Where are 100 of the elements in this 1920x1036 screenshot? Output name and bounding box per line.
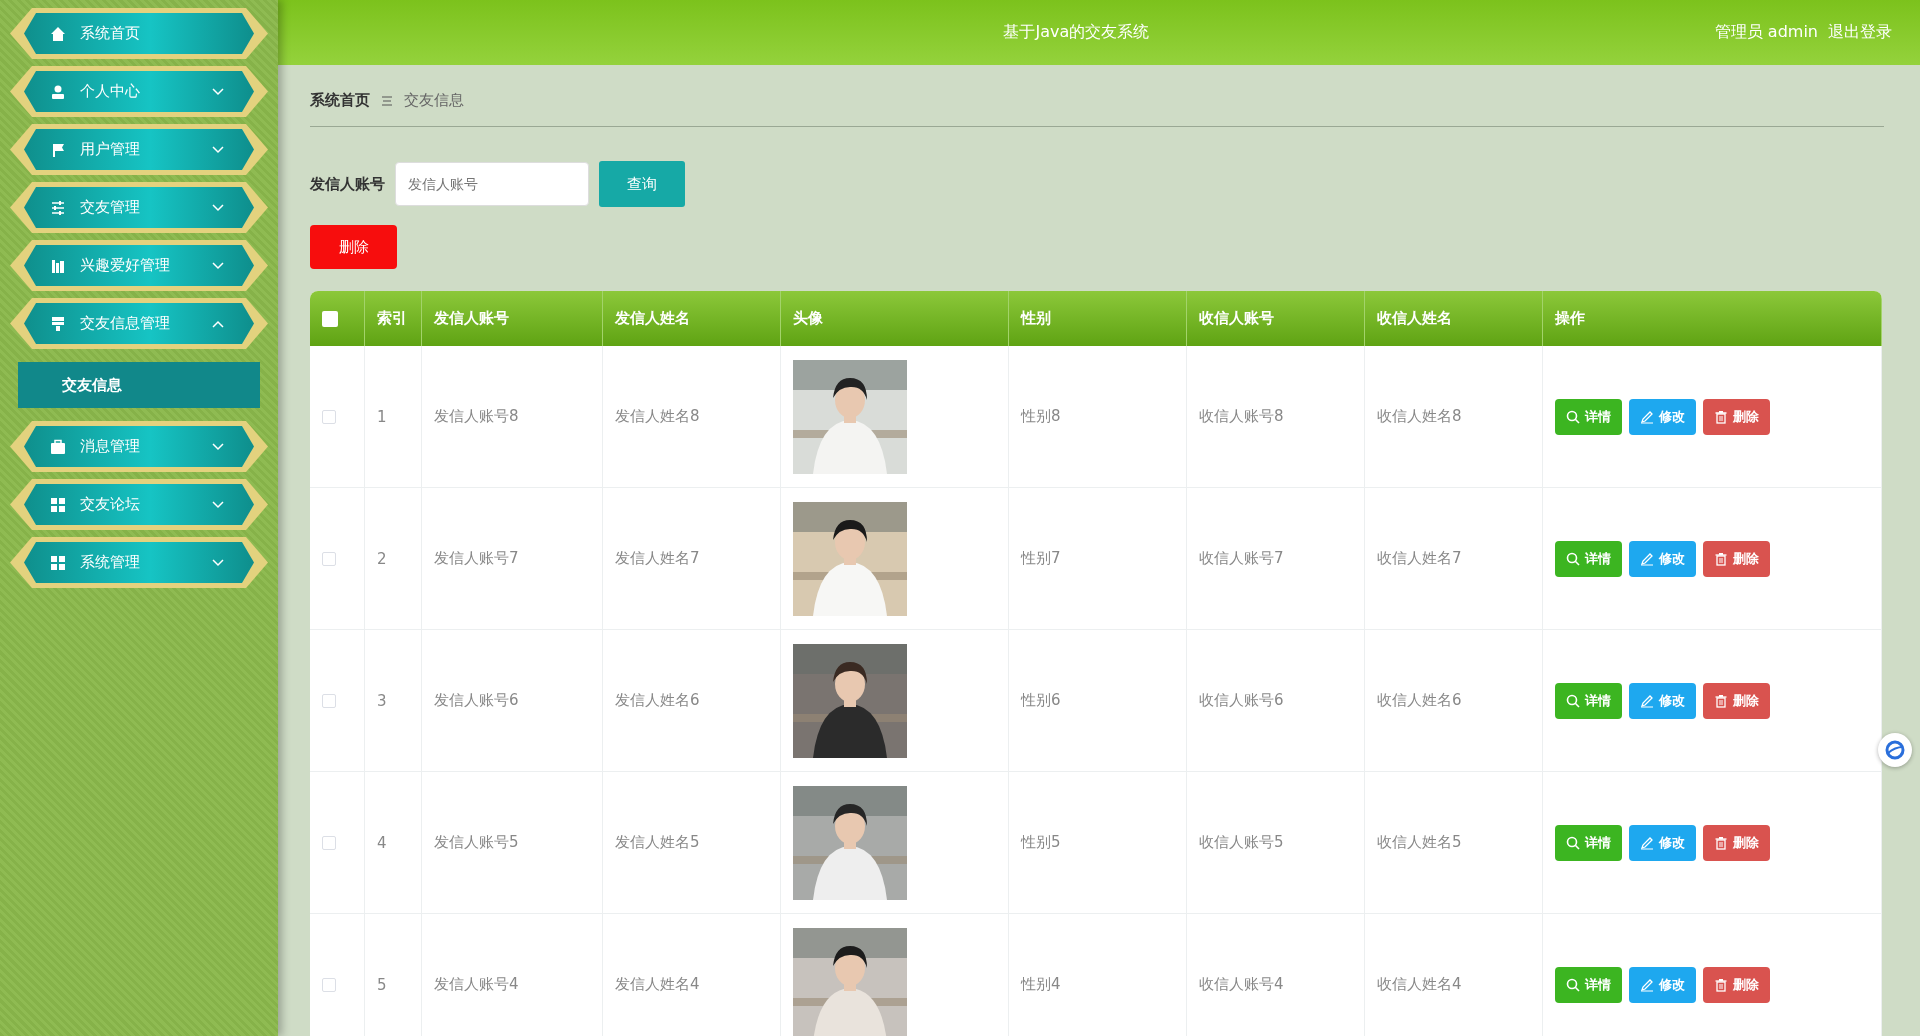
chevron-down-icon	[212, 203, 224, 212]
chevron-down-icon	[212, 87, 224, 96]
input-field[interactable]: 发信人账号	[395, 162, 589, 206]
column-header: 发信人账号	[422, 291, 603, 346]
column-header: 头像	[781, 291, 1009, 346]
checkbox[interactable]	[322, 835, 336, 850]
search-icon	[1566, 835, 1580, 850]
checkbox[interactable]	[322, 409, 336, 424]
pencil-icon	[1640, 835, 1654, 850]
detail-button[interactable]: 详情	[1555, 540, 1622, 577]
table-cell: 收信人姓名5	[1365, 772, 1543, 914]
pencil-icon	[1640, 977, 1654, 992]
chevron-up-icon	[212, 319, 224, 328]
sliders-icon	[50, 199, 66, 216]
checkbox[interactable]	[322, 551, 336, 566]
bar-chart-icon	[50, 257, 66, 274]
search-icon	[1566, 977, 1580, 992]
trash-icon	[1714, 835, 1728, 850]
edit-button[interactable]: 修改	[1629, 966, 1696, 1003]
delete-button[interactable]: 删除	[1703, 824, 1770, 861]
checkbox[interactable]	[322, 310, 338, 327]
sidebar-item[interactable]: 个人中心	[10, 66, 268, 117]
detail-button[interactable]: 详情	[1555, 682, 1622, 719]
column-header: 操作	[1543, 291, 1882, 346]
sidebar-item[interactable]: 系统管理	[10, 537, 268, 588]
separator-icon	[382, 95, 392, 106]
person-icon	[50, 83, 66, 100]
search-button[interactable]: 查询	[599, 161, 685, 207]
table-cell: 收信人姓名4	[1365, 914, 1543, 1036]
table-cell: 收信人账号7	[1187, 488, 1365, 630]
delete-button[interactable]: 删除	[1703, 966, 1770, 1003]
table-cell: 收信人账号4	[1187, 914, 1365, 1036]
delete-button[interactable]: 删除	[1703, 682, 1770, 719]
app-title: 基于Java的交友系统	[1002, 22, 1151, 43]
table-cell: 发信人账号6	[422, 630, 603, 772]
grid-icon	[50, 496, 66, 513]
logout-link[interactable]: 退出登录	[1828, 22, 1892, 43]
column-header: 性别	[1009, 291, 1187, 346]
user-label: 管理员 admin	[1714, 22, 1818, 43]
trash-icon	[1714, 693, 1728, 708]
pencil-icon	[1640, 551, 1654, 566]
table-cell: 发信人账号4	[422, 914, 603, 1036]
table-cell: 收信人姓名7	[1365, 488, 1543, 630]
flag-icon	[50, 141, 66, 158]
table-cell: 发信人账号5	[422, 772, 603, 914]
detail-button[interactable]: 详情	[1555, 398, 1622, 435]
search-icon	[1566, 551, 1580, 566]
sidebar-item[interactable]: 交友管理	[10, 182, 268, 233]
table-cell: 性别6	[1009, 630, 1187, 772]
delete-button[interactable]: 删除	[1703, 398, 1770, 435]
signpost-icon	[50, 315, 66, 332]
delete-button[interactable]: 删除	[310, 225, 397, 269]
field-label: 发信人账号	[310, 174, 385, 194]
table-cell: 收信人账号6	[1187, 630, 1365, 772]
edit-button[interactable]: 修改	[1629, 398, 1696, 435]
table-cell: 发信人姓名4	[603, 914, 781, 1036]
edit-button[interactable]: 修改	[1629, 540, 1696, 577]
chevron-down-icon	[212, 500, 224, 509]
chevron-down-icon	[212, 442, 224, 451]
breadcrumb-item[interactable]: 系统首页	[310, 91, 370, 110]
table-cell: 性别7	[1009, 488, 1187, 630]
detail-button[interactable]: 详情	[1555, 966, 1622, 1003]
column-header: 索引	[365, 291, 422, 346]
sidebar-item[interactable]: 兴趣爱好管理	[10, 240, 268, 291]
trash-icon	[1714, 551, 1728, 566]
home-icon	[50, 25, 66, 42]
edit-button[interactable]: 修改	[1629, 824, 1696, 861]
checkbox[interactable]	[322, 693, 336, 708]
pencil-icon	[1640, 409, 1654, 424]
table-cell: 收信人账号5	[1187, 772, 1365, 914]
table-cell: 收信人账号8	[1187, 346, 1365, 488]
sidebar-item[interactable]: 系统首页	[10, 8, 268, 59]
table-cell: 收信人姓名6	[1365, 630, 1543, 772]
table-cell: 性别5	[1009, 772, 1187, 914]
table-cell: 3	[365, 630, 422, 772]
checkbox[interactable]	[322, 977, 336, 992]
search-icon	[1566, 693, 1580, 708]
chevron-down-icon	[212, 261, 224, 270]
chevron-down-icon	[212, 145, 224, 154]
table-cell: 收信人姓名8	[1365, 346, 1543, 488]
table-cell: 发信人姓名5	[603, 772, 781, 914]
detail-button[interactable]: 详情	[1555, 824, 1622, 861]
column-header: 发信人姓名	[603, 291, 781, 346]
table-cell: 发信人账号7	[422, 488, 603, 630]
search-icon	[1566, 409, 1580, 424]
delete-button[interactable]: 删除	[1703, 540, 1770, 577]
table-cell: 发信人姓名6	[603, 630, 781, 772]
table-cell: 4	[365, 772, 422, 914]
edit-button[interactable]: 修改	[1629, 682, 1696, 719]
column-header: 收信人姓名	[1365, 291, 1543, 346]
sidebar-item[interactable]: 交友论坛	[10, 479, 268, 530]
table-cell: 发信人姓名8	[603, 346, 781, 488]
sidebar-item[interactable]: 交友信息管理	[10, 298, 268, 349]
table-cell: 发信人姓名7	[603, 488, 781, 630]
sidebar-item[interactable]: 用户管理	[10, 124, 268, 175]
column-header: 收信人账号	[1187, 291, 1365, 346]
sidebar-item[interactable]: 消息管理	[10, 421, 268, 472]
submenu-item[interactable]: 交友信息	[18, 362, 260, 408]
pencil-icon	[1640, 693, 1654, 708]
trash-icon	[1714, 409, 1728, 424]
